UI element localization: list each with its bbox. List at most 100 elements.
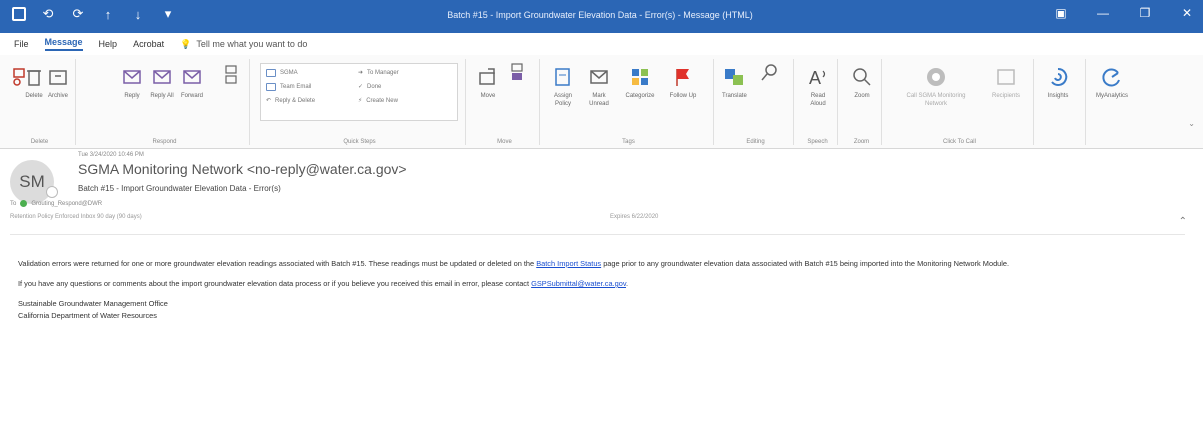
tab-help[interactable]: Help (99, 39, 118, 49)
up-arrow-icon[interactable]: ↑ (100, 6, 116, 22)
quick-step-to-manager[interactable]: ➜ To Manager (358, 69, 399, 77)
svg-text:A: A (809, 68, 821, 88)
translate-label: Translate (722, 93, 747, 99)
assign-policy-button[interactable]: Assign Policy (548, 65, 578, 108)
follow-up-label: Follow Up (669, 93, 697, 99)
speech-group-label: Speech (807, 139, 828, 145)
categorize-button[interactable]: Categorize (620, 65, 660, 100)
editing-group: Translate Editing (718, 59, 794, 145)
read-aloud-label: Read Aloud (810, 93, 826, 107)
move-folder-icon (476, 65, 500, 89)
myanalytics-label: MyAnalytics (1096, 93, 1129, 99)
click-to-call-label: Click To Call (943, 139, 976, 145)
tab-file[interactable]: File (14, 39, 29, 49)
recipients-label: Recipients (991, 93, 1020, 99)
quick-step-team-email[interactable]: Team Email (266, 83, 311, 91)
reply-button[interactable]: Reply (120, 65, 144, 100)
quick-step-to-manager-label: To Manager (367, 69, 399, 76)
reply-all-icon (150, 65, 174, 89)
zoom-group-label: Zoom (853, 139, 870, 145)
ribbon-display-icon[interactable]: ▣ (1053, 6, 1069, 20)
mark-unread-button[interactable]: Mark Unread (584, 65, 614, 108)
undo-icon[interactable]: ⟲ (40, 6, 56, 22)
delete-label: Delete (25, 93, 43, 99)
save-icon[interactable] (12, 7, 26, 21)
magnifier-icon (850, 65, 874, 89)
window-controls: ▣ — ❐ ✕ (1053, 6, 1195, 20)
sent-date: Tue 3/24/2020 10:46 PM (78, 152, 144, 158)
gsp-submittal-email-link[interactable]: GSPSubmittal@water.ca.gov (531, 279, 626, 288)
categorize-icon (628, 65, 652, 89)
restore-icon[interactable]: ❐ (1137, 6, 1153, 20)
zoom-button[interactable]: Zoom (850, 65, 874, 100)
signature: Sustainable Groundwater Management Offic… (18, 298, 1188, 322)
quick-step-create-new[interactable]: ⚡ Create New (358, 97, 398, 105)
retention-policy: Retention Policy Enforced Inbox 90 day (… (10, 214, 142, 220)
quick-step-sgma-label: SGMA (280, 70, 298, 76)
reply-all-label: Reply All (150, 93, 174, 99)
forward-icon (180, 65, 204, 89)
signature-line-2: California Department of Water Resources (18, 311, 157, 320)
categorize-label: Categorize (625, 93, 655, 99)
insights-icon (1046, 65, 1070, 89)
close-icon[interactable]: ✕ (1179, 6, 1195, 20)
insights-button[interactable]: Insights (1046, 65, 1070, 100)
batch-import-status-link[interactable]: Batch Import Status (536, 259, 601, 268)
subject: Batch #15 - Import Groundwater Elevation… (78, 184, 281, 193)
translate-icon (722, 65, 746, 89)
tab-message[interactable]: Message (44, 37, 83, 51)
tell-me-box[interactable]: 💡 Tell me what you want to do (180, 39, 307, 50)
tags-group: Assign Policy Mark Unread Categorize Fol… (544, 59, 714, 145)
quick-step-sgma[interactable]: SGMA (266, 69, 298, 77)
policy-icon (551, 65, 575, 89)
mark-unread-label: Mark Unread (589, 93, 609, 107)
insights-label: Insights (1047, 93, 1069, 99)
window-title: Batch #15 - Import Groundwater Elevation… (447, 10, 753, 20)
down-arrow-icon[interactable]: ↓ (130, 6, 146, 22)
call-button[interactable]: Call SGMA Monitoring Network (896, 65, 976, 108)
recipients-button[interactable]: Recipients (986, 65, 1026, 100)
move-group: Move Move (470, 59, 540, 145)
editing-group-label: Editing (746, 139, 765, 145)
quick-step-reply-delete[interactable]: ↶ Reply & Delete (266, 97, 315, 105)
redo-icon[interactable]: ⟳ (70, 6, 86, 22)
read-aloud-icon: A (806, 65, 830, 89)
to-line: To Grouting_Respond@DWR (10, 200, 102, 207)
tab-acrobat[interactable]: Acrobat (133, 39, 164, 49)
p2-text-start: If you have any questions or comments ab… (18, 279, 530, 288)
read-aloud-button[interactable]: A Read Aloud (804, 65, 832, 108)
tell-me-text: Tell me what you want to do (196, 39, 308, 49)
body-paragraph-2: If you have any questions or comments ab… (18, 278, 1188, 290)
minimize-icon[interactable]: — (1095, 6, 1111, 20)
lightning-icon: ⚡ (358, 98, 363, 104)
collapse-ribbon-icon[interactable]: ⌄ (1188, 119, 1195, 128)
myanalytics-button[interactable]: MyAnalytics (1096, 65, 1128, 100)
follow-up-button[interactable]: Follow Up (668, 65, 698, 100)
flag-icon (671, 65, 695, 89)
sender[interactable]: SGMA Monitoring Network <no-reply@water.… (78, 161, 407, 177)
title-bar: ⟲ ⟳ ↑ ↓ ▾ Batch #15 - Import Groundwater… (0, 0, 1203, 33)
reply-arrow-icon: ↶ (266, 98, 272, 104)
expires: Expires 6/22/2020 (610, 214, 659, 220)
more-respond-icon (220, 63, 244, 87)
find-button[interactable] (758, 61, 782, 88)
customize-icon[interactable]: ▾ (160, 6, 176, 22)
arrow-right-icon: ➜ (358, 70, 364, 76)
delete-group-label: Delete (30, 139, 49, 145)
forward-button[interactable]: Forward (180, 65, 204, 100)
archive-button[interactable]: Archive (46, 65, 70, 100)
reply-icon (120, 65, 144, 89)
reply-all-button[interactable]: Reply All (150, 65, 174, 100)
delete-button[interactable]: Delete (22, 65, 46, 100)
body-paragraph-1: Validation errors were returned for one … (18, 258, 1188, 270)
quick-step-done[interactable]: ✓ Done (358, 83, 381, 91)
presence-badge (46, 186, 58, 198)
move-group-label: Move (497, 139, 512, 145)
to-recipient[interactable]: Grouting_Respond@DWR (31, 201, 102, 207)
lightbulb-icon: 💡 (180, 38, 192, 49)
rules-button[interactable] (506, 61, 530, 88)
translate-button[interactable]: Translate (722, 65, 747, 100)
collapse-header-icon[interactable]: ⌃ (1179, 216, 1187, 227)
move-button[interactable]: Move (476, 65, 500, 100)
more-respond-button[interactable] (220, 63, 244, 90)
